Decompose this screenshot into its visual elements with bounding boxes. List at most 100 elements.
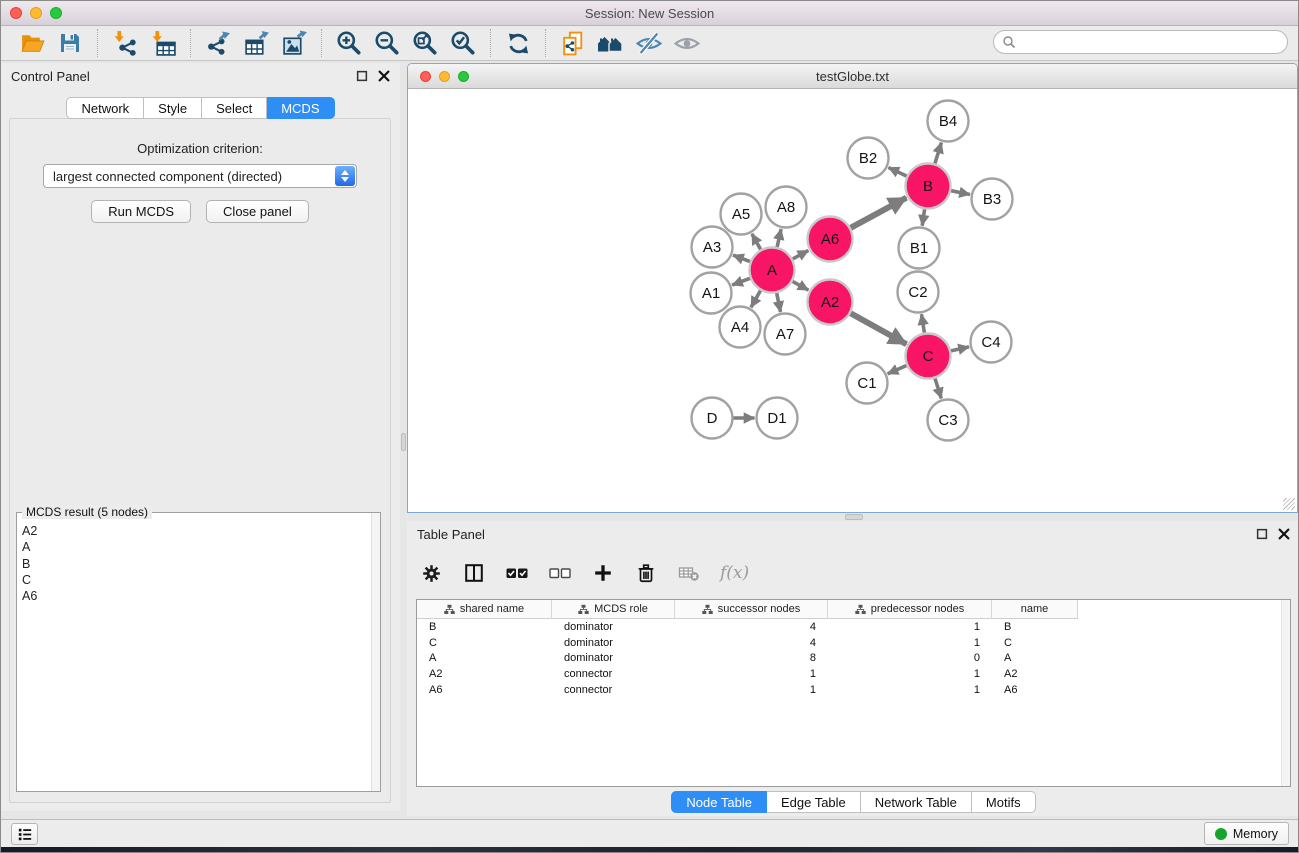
- graph-node-A7[interactable]: A7: [765, 314, 806, 355]
- graph-node-C[interactable]: C: [906, 334, 951, 379]
- function-builder-button[interactable]: f(x): [720, 561, 749, 585]
- edge-A2-C[interactable]: [851, 313, 907, 344]
- table-cell[interactable]: C: [417, 637, 552, 649]
- edge-B-B3[interactable]: [951, 191, 970, 195]
- result-scrollbar[interactable]: [371, 513, 380, 791]
- table-tab-network-table[interactable]: Network Table: [861, 791, 972, 813]
- close-panel-icon[interactable]: [1278, 528, 1290, 540]
- export-network-button[interactable]: [202, 28, 234, 58]
- table-cell[interactable]: 8: [675, 652, 828, 664]
- table-cell[interactable]: dominator: [552, 621, 675, 633]
- search-input[interactable]: [1016, 33, 1287, 51]
- edge-A-A2[interactable]: [793, 281, 809, 290]
- delete-table-button[interactable]: [677, 561, 701, 585]
- table-cell[interactable]: 1: [675, 684, 828, 696]
- column-header-predecessor-nodes[interactable]: predecessor nodes: [828, 600, 992, 619]
- hide-selected-button[interactable]: [633, 28, 665, 58]
- run-mcds-button[interactable]: Run MCDS: [91, 200, 191, 223]
- network-window-titlebar[interactable]: testGlobe.txt: [408, 64, 1297, 89]
- refresh-button[interactable]: [502, 28, 534, 58]
- vertical-split-divider[interactable]: [400, 61, 407, 819]
- edge-C-C2[interactable]: [922, 314, 925, 333]
- memory-button[interactable]: Memory: [1204, 822, 1289, 845]
- graph-node-B3[interactable]: B3: [972, 179, 1013, 220]
- table-scrollbar[interactable]: [1281, 600, 1290, 786]
- mcds-result-item[interactable]: B: [22, 556, 370, 572]
- table-cell[interactable]: B: [417, 621, 552, 633]
- open-session-button[interactable]: [16, 28, 48, 58]
- edge-A-A3[interactable]: [733, 255, 750, 262]
- save-session-button[interactable]: [54, 28, 86, 58]
- export-image-button[interactable]: [278, 28, 310, 58]
- divider-handle[interactable]: [401, 433, 406, 451]
- mcds-result-item[interactable]: A: [22, 539, 370, 555]
- column-header-successor-nodes[interactable]: successor nodes: [675, 600, 828, 619]
- show-columns-button[interactable]: [462, 561, 486, 585]
- table-cell[interactable]: 0: [828, 652, 992, 664]
- table-row[interactable]: A6connector11A6: [417, 682, 1290, 698]
- delete-column-button[interactable]: [634, 561, 658, 585]
- edge-A-A1[interactable]: [732, 278, 750, 285]
- network-minimize-button[interactable]: [439, 71, 450, 82]
- graph-node-A5[interactable]: A5: [721, 194, 762, 235]
- close-panel-button[interactable]: Close panel: [206, 200, 309, 223]
- first-neighbors-button[interactable]: [595, 28, 627, 58]
- resize-grip[interactable]: [1283, 498, 1295, 510]
- table-cell[interactable]: 1: [675, 668, 828, 680]
- table-cell[interactable]: A6: [417, 684, 552, 696]
- edge-A-A7[interactable]: [777, 293, 781, 312]
- select-all-checkboxes-button[interactable]: [505, 561, 529, 585]
- mcds-result-item[interactable]: A6: [22, 588, 370, 604]
- task-history-button[interactable]: [11, 823, 38, 845]
- table-cell[interactable]: A6: [992, 684, 1078, 696]
- network-view[interactable]: B4B2BB3A8A5A6A3B1AC2A1A2A4A7C4CC1DD1C3: [408, 89, 1297, 512]
- table-cell[interactable]: connector: [552, 684, 675, 696]
- divider-handle[interactable]: [845, 514, 863, 520]
- column-header-name[interactable]: name: [992, 600, 1078, 619]
- zoom-selected-button[interactable]: [447, 28, 479, 58]
- table-tab-motifs[interactable]: Motifs: [972, 791, 1036, 813]
- network-graph[interactable]: B4B2BB3A8A5A6A3B1AC2A1A2A4A7C4CC1DD1C3: [408, 89, 1295, 510]
- column-header-MCDS-role[interactable]: MCDS role: [552, 600, 675, 619]
- mcds-result-item[interactable]: A2: [22, 523, 370, 539]
- column-header-shared-name[interactable]: shared name: [417, 600, 552, 619]
- graph-node-C3[interactable]: C3: [928, 400, 969, 441]
- import-table-button[interactable]: [147, 28, 179, 58]
- graph-node-B1[interactable]: B1: [899, 228, 940, 269]
- graph-node-A8[interactable]: A8: [766, 187, 807, 228]
- table-cell[interactable]: 1: [828, 637, 992, 649]
- table-cell[interactable]: 4: [675, 637, 828, 649]
- table-cell[interactable]: A2: [417, 668, 552, 680]
- edge-C-C3[interactable]: [935, 378, 941, 398]
- graph-node-A3[interactable]: A3: [692, 227, 733, 268]
- table-cell[interactable]: C: [992, 637, 1078, 649]
- zoom-fit-button[interactable]: [409, 28, 441, 58]
- table-tab-node-table[interactable]: Node Table: [671, 791, 767, 813]
- table-cell[interactable]: dominator: [552, 637, 675, 649]
- table-cell[interactable]: 1: [828, 668, 992, 680]
- mcds-result-item[interactable]: C: [22, 572, 370, 588]
- table-cell[interactable]: 4: [675, 621, 828, 633]
- mcds-result-list[interactable]: A2ABCA6: [17, 513, 370, 791]
- table-cell[interactable]: 1: [828, 684, 992, 696]
- edge-A-A6[interactable]: [793, 251, 809, 259]
- tab-style[interactable]: Style: [144, 97, 202, 119]
- table-cell[interactable]: dominator: [552, 652, 675, 664]
- table-row[interactable]: Bdominator41B: [417, 619, 1290, 635]
- graph-node-A1[interactable]: A1: [691, 273, 732, 314]
- edge-A-A5[interactable]: [752, 234, 761, 250]
- table-cell[interactable]: connector: [552, 668, 675, 680]
- zoom-out-button[interactable]: [371, 28, 403, 58]
- graph-node-A4[interactable]: A4: [720, 307, 761, 348]
- table-cell[interactable]: A2: [992, 668, 1078, 680]
- new-network-from-selection-button[interactable]: [557, 28, 589, 58]
- search-field[interactable]: [993, 30, 1288, 54]
- edge-B-B4[interactable]: [935, 143, 942, 164]
- graph-node-A[interactable]: A: [750, 248, 795, 293]
- table-row[interactable]: A2connector11A2: [417, 666, 1290, 682]
- graph-node-B2[interactable]: B2: [848, 138, 889, 179]
- float-panel-icon[interactable]: [356, 70, 368, 82]
- network-close-button[interactable]: [420, 71, 431, 82]
- table-tab-edge-table[interactable]: Edge Table: [767, 791, 861, 813]
- add-column-button[interactable]: [591, 561, 615, 585]
